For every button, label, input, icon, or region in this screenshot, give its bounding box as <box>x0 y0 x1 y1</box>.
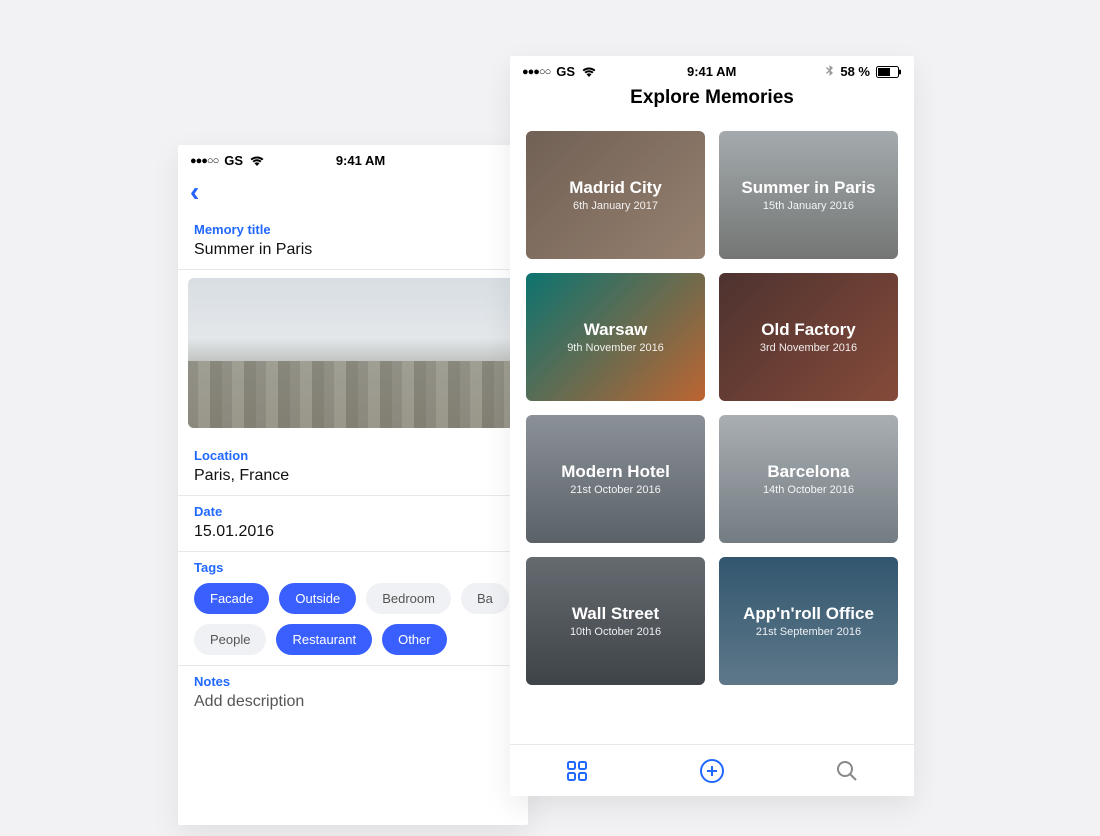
edit-memory-screen: ●●●○○ GS 9:41 AM ‹ Memory title Summer i… <box>178 145 528 825</box>
memory-card-date: 6th January 2017 <box>573 200 658 212</box>
memory-card-date: 21st October 2016 <box>570 484 661 496</box>
tag-chip[interactable]: People <box>194 624 266 655</box>
memory-card-title: Madrid City <box>561 178 670 198</box>
memory-card-title: Warsaw <box>576 320 656 340</box>
memory-card-date: 14th October 2016 <box>763 484 854 496</box>
status-time: 9:41 AM <box>336 153 385 168</box>
tag-chip[interactable]: Outside <box>279 583 356 614</box>
memory-card[interactable]: Wall Street 10th October 2016 <box>526 557 705 685</box>
memory-card-title: Summer in Paris <box>733 178 883 198</box>
signal-dots: ●●●○○ <box>522 66 550 78</box>
memory-card-date: 21st September 2016 <box>756 626 861 638</box>
battery-text: 58 % <box>840 64 870 79</box>
status-bar: ●●●○○ GS 9:41 AM 58 % <box>510 56 914 83</box>
notes-label: Notes <box>194 674 512 689</box>
memory-card-date: 10th October 2016 <box>570 626 661 638</box>
memory-card[interactable]: Old Factory 3rd November 2016 <box>719 273 898 401</box>
memory-card-date: 3rd November 2016 <box>760 342 857 354</box>
wifi-icon <box>581 66 597 78</box>
grid-tab[interactable] <box>566 760 588 782</box>
tag-chip[interactable]: Restaurant <box>276 624 372 655</box>
memory-card[interactable]: Modern Hotel 21st October 2016 <box>526 415 705 543</box>
search-tab[interactable] <box>836 760 858 782</box>
tag-chip[interactable]: Facade <box>194 583 269 614</box>
tag-chip[interactable]: Ba <box>461 583 509 614</box>
memory-card-title: Barcelona <box>759 462 857 482</box>
page-title: Explore Memories <box>510 83 914 121</box>
carrier-label: GS <box>224 153 243 168</box>
memory-card-title: Old Factory <box>753 320 863 340</box>
wifi-icon <box>249 155 265 167</box>
memory-photo[interactable] <box>188 278 518 428</box>
memory-card[interactable]: Warsaw 9th November 2016 <box>526 273 705 401</box>
battery-icon <box>876 66 902 78</box>
memory-card[interactable]: Barcelona 14th October 2016 <box>719 415 898 543</box>
date-input[interactable]: 15.01.2016 <box>194 523 512 541</box>
tags-row: Facade Outside Bedroom Ba People Restaurant Ot… <box>194 583 512 655</box>
tag-chip[interactable]: Other <box>382 624 447 655</box>
memory-card-title: Modern Hotel <box>553 462 678 482</box>
memories-grid: Madrid City 6th January 2017 Summer in Par… <box>510 121 914 685</box>
carrier-label: GS <box>556 64 575 79</box>
date-label: Date <box>194 504 512 519</box>
add-button[interactable] <box>699 758 725 784</box>
memory-card[interactable]: Madrid City 6th January 2017 <box>526 131 705 259</box>
memory-card-title: App'n'roll Office <box>735 604 882 624</box>
memory-card[interactable]: App'n'roll Office 21st September 2016 <box>719 557 898 685</box>
bluetooth-icon <box>826 65 834 78</box>
back-button[interactable]: ‹ <box>190 176 199 207</box>
memory-card-title: Wall Street <box>564 604 667 624</box>
tags-label: Tags <box>194 560 512 575</box>
memory-card-date: 9th November 2016 <box>567 342 664 354</box>
signal-dots: ●●●○○ <box>190 155 218 167</box>
status-bar: ●●●○○ GS 9:41 AM <box>178 145 528 172</box>
location-input[interactable]: Paris, France <box>194 467 512 485</box>
nav-bar: ‹ <box>178 172 528 214</box>
memory-card[interactable]: Summer in Paris 15th January 2016 <box>719 131 898 259</box>
notes-input[interactable]: Add description <box>194 693 512 711</box>
explore-memories-screen: ●●●○○ GS 9:41 AM 58 % Explore Memories M… <box>510 56 914 796</box>
tab-bar <box>510 744 914 796</box>
memory-title-input[interactable]: Summer in Paris <box>194 241 512 259</box>
memory-card-date: 15th January 2016 <box>763 200 854 212</box>
memory-title-label: Memory title <box>194 222 512 237</box>
tag-chip[interactable]: Bedroom <box>366 583 451 614</box>
status-time: 9:41 AM <box>687 64 736 79</box>
location-label: Location <box>194 448 512 463</box>
